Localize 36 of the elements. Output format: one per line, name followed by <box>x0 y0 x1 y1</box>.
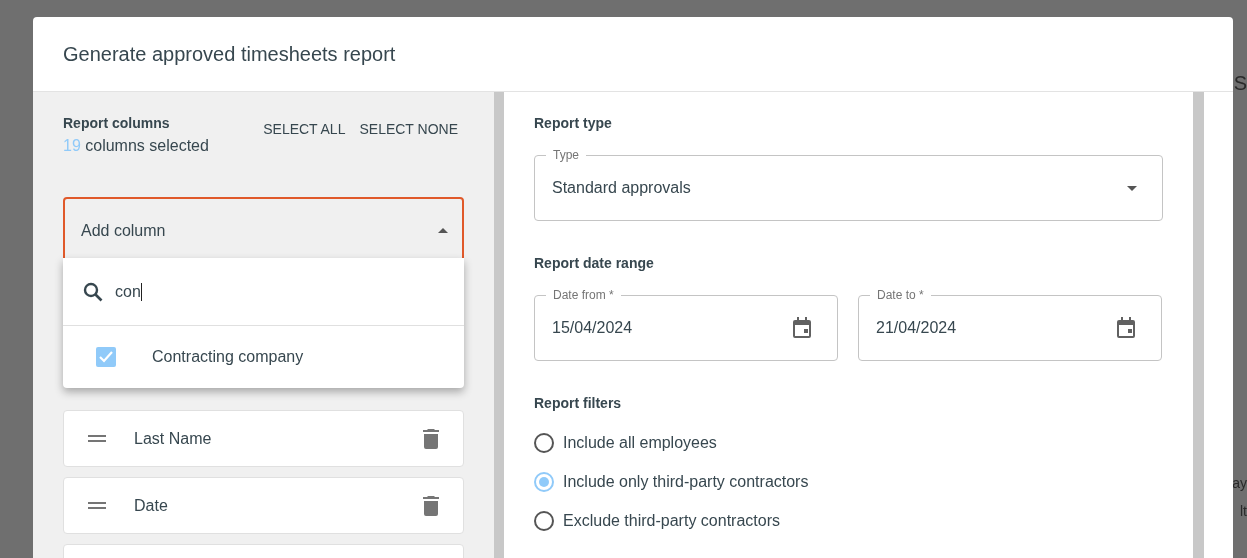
column-card[interactable]: Date <box>63 477 464 534</box>
search-field[interactable]: con <box>115 282 142 301</box>
drag-handle-icon[interactable] <box>88 502 106 509</box>
radio-button[interactable] <box>534 511 554 531</box>
date-field[interactable]: Date from * 15/04/2024 <box>534 287 838 361</box>
delete-icon[interactable] <box>423 428 439 449</box>
drag-handle-icon[interactable] <box>88 435 106 442</box>
radio-button[interactable] <box>534 433 554 453</box>
section-heading: Report type <box>534 115 613 131</box>
radio-option[interactable]: Exclude third-party contractors <box>534 511 1193 531</box>
scrollbar[interactable] <box>494 92 504 558</box>
column-card[interactable]: Last Name <box>63 410 464 467</box>
section-heading: Report date range <box>534 255 655 271</box>
background-text: ay <box>1232 475 1247 491</box>
radio-option[interactable]: Include only third-party contractors <box>534 472 1193 492</box>
search-icon <box>83 281 103 302</box>
section-heading: Report filters <box>534 395 623 411</box>
background-text: lt <box>1240 503 1247 519</box>
calendar-icon[interactable] <box>1116 317 1136 339</box>
date-field[interactable]: Date to * 21/04/2024 <box>858 287 1162 361</box>
checkbox[interactable] <box>96 347 116 367</box>
caret-icon[interactable] <box>1127 185 1137 191</box>
columns-count: 19 columns selected <box>63 137 209 155</box>
dropdown-option[interactable]: Contracting company <box>63 326 464 388</box>
dialog-title: Generate approved timesheets report <box>63 42 396 66</box>
background-text: S <box>1233 72 1247 95</box>
text-button[interactable]: SELECT NONE <box>359 121 458 137</box>
calendar-icon[interactable] <box>792 317 812 339</box>
scrollbar[interactable] <box>1193 92 1204 558</box>
text-button[interactable]: SELECT ALL <box>263 121 346 137</box>
radio-option[interactable]: Include all employees <box>534 433 1193 453</box>
section-heading: Report columns <box>63 115 171 131</box>
radio-button[interactable] <box>534 472 554 492</box>
delete-icon[interactable] <box>423 495 439 516</box>
caret-icon[interactable] <box>438 228 448 233</box>
type-select[interactable]: Type Standard approvals <box>534 147 1163 221</box>
